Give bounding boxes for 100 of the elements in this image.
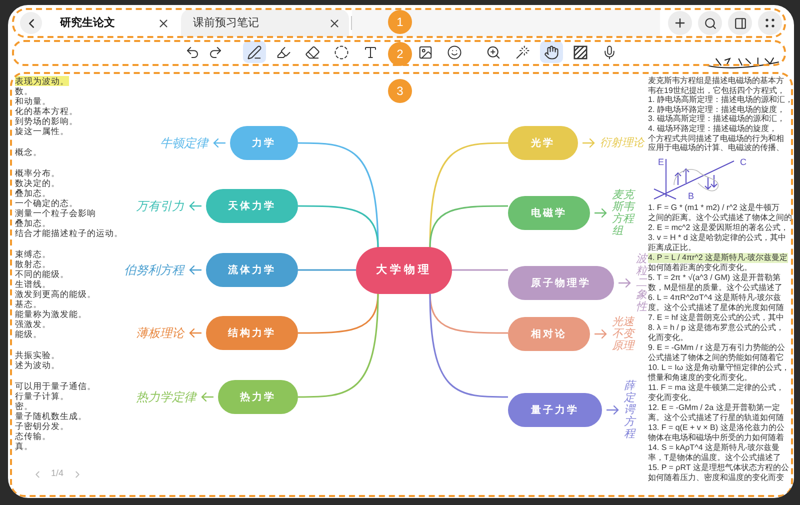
note-line: 一个确定的态。 <box>15 198 78 208</box>
hand-tool[interactable] <box>540 41 563 63</box>
note-line: 概念。 <box>15 147 42 157</box>
note-line: 数。 <box>15 86 33 96</box>
arrow-icon <box>594 208 608 218</box>
note-line: 量子随机数生成。 <box>15 411 87 421</box>
search-button[interactable] <box>698 11 722 35</box>
redo-icon <box>208 44 223 60</box>
handwritten-note: 薄板理论 <box>136 325 184 342</box>
smiley-icon <box>447 44 462 60</box>
mind-map-node[interactable]: 热力学 <box>218 380 298 414</box>
pen-tool[interactable] <box>243 41 266 63</box>
note-line: 之间的距离。这个公式描述了物体之间的 <box>648 212 792 223</box>
note-line: 概率分布。 <box>15 168 60 178</box>
mind-map-node[interactable]: 量子力学 <box>508 393 602 427</box>
search-icon <box>704 16 716 30</box>
note-line: 15. P = ρRT 这是理想气体状态方程的公 <box>648 462 789 472</box>
hatch-icon <box>573 44 588 60</box>
note-line: 3. 磁场高斯定理：描述磁场的源和汇， <box>648 114 785 124</box>
note-line: 基态。 <box>15 299 42 309</box>
note-line: 旋这一属性。 <box>15 126 69 136</box>
note-line: 真。 <box>15 441 33 451</box>
handwritten-note: 热力学定律 <box>136 389 196 406</box>
note-line: 强激发。 <box>15 319 51 329</box>
arrow-icon <box>188 265 202 275</box>
mind-map-node[interactable]: 电磁学 <box>508 196 590 230</box>
note-line: 2. 静电场环路定理：描述电场的旋度， <box>648 104 785 114</box>
note-line: 应用于电磁场的计算、电磁波的传播、 <box>648 143 784 153</box>
handwritten-note: 麦克斯韦方程组 <box>612 189 636 237</box>
page-number: 1/4 <box>51 467 64 480</box>
note-line: 12. E = -GMm / 2a 这是开普勒第一定 <box>648 402 780 413</box>
note-line: 化的基本方程。 <box>15 106 78 116</box>
note-line: 13. F = q(E + v × B) 这是洛伦兹力的公 <box>648 422 784 433</box>
mind-map-node[interactable]: 天体力学 <box>206 189 298 223</box>
arrow-icon <box>582 138 596 148</box>
note-line: 14. S = kAρT^4 这是斯特凡-玻尔兹曼 <box>648 442 780 453</box>
handwritten-note: 万有引力 <box>136 198 184 215</box>
note-line: 化而变化。 <box>648 332 688 343</box>
dots-icon <box>765 18 775 28</box>
callout-badge: 2 <box>388 42 412 66</box>
handwritten-note: 衍射理论 <box>600 137 644 149</box>
handwritten-note: 光速不变原理 <box>612 316 636 352</box>
note-line: 7. E = hf 这是普朗克公式的公式，其中 <box>648 312 784 323</box>
mind-map-node[interactable]: 结构力学 <box>206 316 298 350</box>
note-line: 惯量和角速度的变化而变化。 <box>648 372 752 383</box>
arrow-icon <box>188 328 202 338</box>
mind-map-node[interactable]: 力学 <box>230 126 298 160</box>
note-line: 2. E = mc^2 这是爱因斯坦的著名公式， <box>648 222 788 233</box>
note-line: 能级。 <box>15 329 42 339</box>
hand-icon <box>544 44 559 60</box>
close-icon[interactable] <box>328 16 341 30</box>
note-line: 散射态。 <box>15 259 51 269</box>
note-line: 数决定的。 <box>15 178 60 188</box>
back-button[interactable] <box>20 12 42 34</box>
note-line: 可以用于量子通信。 <box>15 381 96 391</box>
note-line: 4. 磁场环路定理：描述磁场的旋度， <box>648 124 777 134</box>
note-line: 能量称为激发能。 <box>15 309 87 319</box>
note-line: 10. L = Iω 这是角动量守恒定律的公式， <box>648 362 790 373</box>
handwritten-note: 薛定谔方程 <box>624 380 638 440</box>
arrow-icon <box>188 201 202 211</box>
undo-icon <box>185 44 200 60</box>
text-icon <box>363 44 378 60</box>
highlighter-icon <box>276 44 291 60</box>
microphone-icon <box>602 44 617 60</box>
mind-map-node[interactable]: 光学 <box>508 126 578 160</box>
note-line: 行量子计算。 <box>15 391 69 401</box>
arrow-icon <box>594 329 608 339</box>
note-line: 距离成正比。 <box>648 242 696 253</box>
vector-label: B <box>688 190 694 201</box>
handwritten-note: 伯努利方程 <box>124 262 184 279</box>
note-line: 共振实验。 <box>15 350 60 360</box>
note-line: 数，M是恒星的质量。这个公式描述了 <box>648 282 783 293</box>
mind-map-node[interactable]: 流体力学 <box>206 253 298 287</box>
note-line: 子密钥分发。 <box>15 421 69 431</box>
note-line: 态传输。 <box>15 431 51 441</box>
note-line: 如何随着距离的变化而变化。 <box>648 262 752 273</box>
note-line: 公式描述了物体之间的势能如何随着它 <box>648 352 784 363</box>
note-line: 密。 <box>15 401 33 411</box>
handwritten-note: 牛顿定律 <box>160 135 208 152</box>
note-line: 个方程式共同描述了电磁场的行为和相 <box>648 134 784 143</box>
note-line: 1. F = G * (m1 * m2) / r^2 这是牛顿万 <box>648 202 780 212</box>
mind-map-node[interactable]: 相对论 <box>508 317 590 351</box>
central-node[interactable]: 大学物理 <box>356 247 452 294</box>
more-button[interactable] <box>758 11 782 35</box>
note-line: 测量一个粒子会影响 <box>15 208 96 218</box>
add-button[interactable] <box>668 11 692 35</box>
connector-line <box>452 269 508 271</box>
close-icon[interactable] <box>157 16 170 30</box>
sidebar-button[interactable] <box>728 11 752 35</box>
lasso-icon <box>334 44 349 60</box>
note-line: 叠加态。 <box>15 188 51 198</box>
note-line: 不同的能级。 <box>15 269 69 279</box>
mind-map-node[interactable]: 原子物理学 <box>508 266 614 300</box>
note-line: 如何随着压力、密度和温度的变化而变 <box>648 472 784 483</box>
note-line: 和动量。 <box>15 96 51 106</box>
zoom-in-icon <box>486 44 501 60</box>
tab[interactable]: 课前预习笔记 <box>181 9 349 37</box>
arrow-icon <box>606 405 620 415</box>
note-line: 物体在电场和磁场中所受的力如何随着 <box>648 432 784 443</box>
connector-line <box>298 269 356 271</box>
